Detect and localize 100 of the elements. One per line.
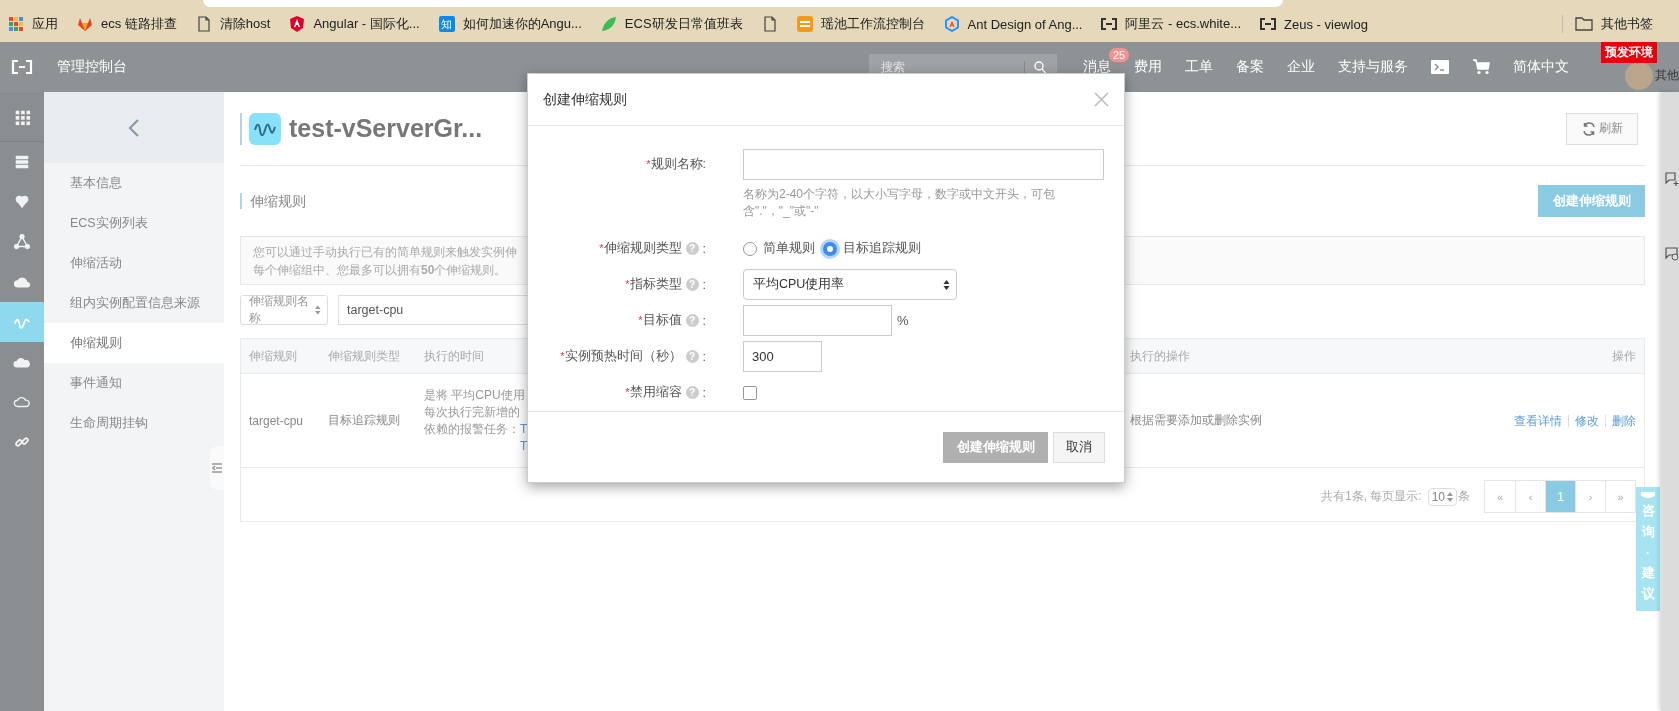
colon: : (702, 277, 706, 292)
bookmark[interactable]: 应用 (8, 15, 58, 33)
sidebar-item[interactable]: 基本信息 (44, 163, 224, 203)
bookmark-folder[interactable]: 其他书签 (1562, 15, 1653, 33)
filter-select[interactable]: 伸缩规则名称 (240, 295, 328, 325)
refresh-button[interactable]: 刷新 (1566, 112, 1638, 145)
notice-text: 您可以通过手动执行已有的简单规则来触发实例伸 (253, 244, 517, 261)
radio-option[interactable]: 简单规则 (743, 240, 815, 257)
bookmark[interactable]: ecs 链路排查 (77, 15, 177, 33)
collapse-icon[interactable] (128, 117, 140, 138)
table-cell-text: 根据需要添加或删除实例 (1129, 412, 1263, 429)
nav-link[interactable]: 简体中文 (1513, 58, 1569, 76)
page-size-unit: 条 (1458, 488, 1470, 505)
nav-link[interactable]: 工单 (1185, 58, 1213, 76)
pagination-summary: 共有1条, 每页显示: (1320, 488, 1422, 505)
input-field[interactable]: 300 (743, 341, 822, 372)
nav-link[interactable]: 支持与服务 (1338, 58, 1408, 76)
table-cell-text: 是将 平均CPU使用 (424, 386, 525, 404)
radio-icon[interactable] (743, 241, 757, 256)
field-label: *伸缩规则类型 (599, 240, 682, 257)
table-cell-text: 目标追踪规则 (327, 412, 401, 429)
bookmark[interactable]: 瑶池工作流控制台 (796, 15, 925, 33)
console-title[interactable]: 管理控制台 (57, 58, 127, 76)
unit-label: % (897, 313, 909, 328)
column-header: 操作 (1611, 347, 1637, 365)
nodes-icon (13, 233, 31, 251)
panel-text: 其他 (1655, 68, 1679, 83)
notice-text: 每个伸缩组中、您最多可以拥有50个伸缩规则。 (253, 262, 507, 279)
field-label: *指标类型 (625, 276, 682, 293)
help-icon[interactable]: ? (685, 350, 699, 363)
bookmark[interactable]: 阿里云 - ecs.white... (1101, 15, 1242, 33)
sort-arrows-icon (315, 305, 321, 315)
sidebar-item[interactable]: 伸缩规则 (44, 323, 224, 363)
nav-link[interactable]: 费用 (1134, 58, 1162, 76)
document-icon (761, 16, 778, 32)
hexagon-icon (943, 16, 960, 32)
cancel-button[interactable]: 取消 (1053, 432, 1105, 463)
colon: : (702, 313, 706, 328)
sidebar-item[interactable]: 伸缩活动 (44, 243, 224, 283)
input-field[interactable] (743, 149, 1104, 180)
bookmark[interactable]: Ant Design of Ang... (943, 16, 1083, 32)
bookmark[interactable]: ECS研发日常值班表 (600, 15, 743, 33)
checkbox[interactable] (743, 386, 757, 400)
action-link[interactable]: 修改 (1568, 414, 1605, 427)
page-button[interactable]: 1 (1545, 481, 1575, 512)
radio-icon[interactable] (823, 241, 837, 256)
chat-icon (1640, 491, 1656, 499)
menu-toggle-icon[interactable] (212, 463, 222, 473)
action-link[interactable]: 删除 (1605, 414, 1636, 427)
table-cell-text: 依赖的报警任务： (424, 420, 520, 438)
servers-icon (13, 153, 31, 171)
sidebar-item[interactable]: 事件通知 (44, 363, 224, 403)
create-button[interactable]: 创建伸缩规则 (1538, 185, 1645, 217)
add-comment-icon[interactable] (1665, 172, 1679, 186)
close-icon[interactable] (1094, 92, 1109, 107)
logo-icon[interactable] (11, 60, 33, 74)
message-clock-icon[interactable] (1665, 247, 1679, 261)
help-icon[interactable]: ? (685, 242, 699, 255)
help-icon[interactable]: ? (685, 314, 699, 327)
bookmark[interactable]: Zeus - viewlog (1260, 16, 1368, 32)
select-field[interactable]: 平均CPU使用率 (743, 269, 957, 300)
input-field[interactable] (743, 305, 892, 336)
nav-link[interactable]: 备案 (1236, 58, 1264, 76)
sort-arrows-icon (1447, 491, 1453, 502)
sidebar-item[interactable]: 组内实例配置信息来源 (44, 283, 224, 323)
colon: : (702, 349, 706, 364)
action-link[interactable]: 查看详情 (1508, 414, 1568, 427)
bookmark[interactable] (761, 16, 778, 32)
sort-arrows-icon (943, 278, 950, 291)
nav-link[interactable]: 消息 (1083, 58, 1111, 76)
column-header: 伸缩规则类型 (327, 347, 400, 365)
bookmark[interactable]: Angular - 国际化... (289, 15, 420, 33)
radio-option[interactable]: 目标追踪规则 (823, 240, 921, 257)
shield-icon (289, 16, 306, 32)
field-label: *禁用缩容 (625, 384, 682, 401)
field-label: *实例预热时间（秒） (560, 348, 682, 365)
column-header: 执行的时间 (423, 347, 484, 365)
help-icon[interactable]: ? (685, 386, 699, 399)
page-size-select[interactable]: 10 (1427, 487, 1457, 506)
leaf-icon (600, 16, 617, 32)
table-cell-text: target-cpu (248, 413, 305, 428)
help-icon[interactable]: ? (685, 278, 699, 291)
cart-icon[interactable] (1472, 59, 1490, 75)
terminal-icon[interactable] (1431, 60, 1449, 74)
alarm-link[interactable]: T (520, 437, 528, 455)
zhihu-icon: 知 (438, 16, 455, 32)
bracket-logo-icon (1260, 16, 1277, 32)
sidebar-item[interactable]: ECS实例列表 (44, 203, 224, 243)
sidebar-item[interactable]: 生命周期挂钩 (44, 403, 224, 443)
refresh-icon (1581, 121, 1596, 136)
avatar[interactable] (1625, 62, 1653, 90)
alarm-link[interactable]: T (520, 420, 528, 438)
apps-grid-icon (8, 16, 24, 32)
bookmark[interactable]: 清除host (195, 15, 271, 33)
environment-badge: 预发环境 (1601, 42, 1657, 63)
table-cell-text: 每次执行完新增的 (424, 403, 520, 421)
field-hint: 名称为2-40个字符，以大小写字母，数字或中文开头，可包含"."，"_"或"-" (743, 186, 1057, 220)
field-label: *目标值 (638, 312, 682, 329)
nav-link[interactable]: 企业 (1287, 58, 1315, 76)
bookmark[interactable]: 知 如何加速你的Angu... (438, 15, 582, 33)
